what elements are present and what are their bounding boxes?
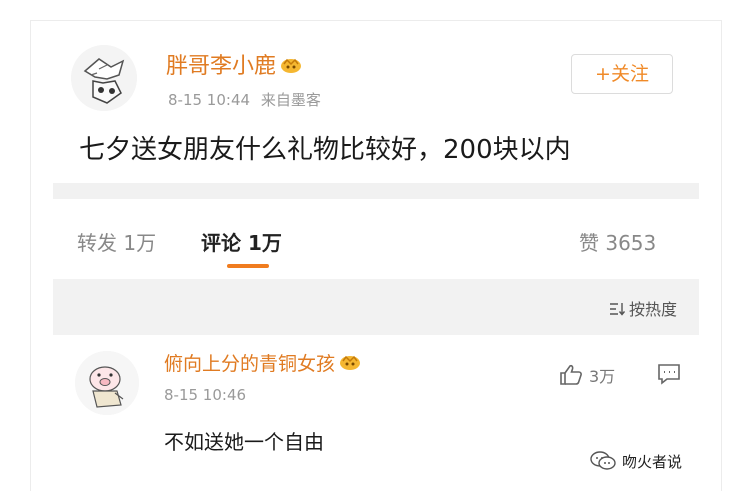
sort-icon — [609, 303, 626, 316]
vip-crown-icon — [281, 58, 302, 73]
comment-like-count: 3万 — [589, 367, 616, 386]
author-name[interactable]: 胖哥李小鹿 — [166, 48, 302, 80]
watermark-text: 吻火者说 — [622, 453, 683, 471]
post-time: 8-15 10:44 — [168, 91, 251, 109]
tab-like[interactable]: 赞 3653 — [579, 227, 656, 256]
commenter-avatar[interactable] — [75, 351, 139, 415]
author-name-text[interactable]: 胖哥李小鹿 — [166, 54, 276, 79]
tab-comment[interactable]: 评论 1万 — [201, 227, 282, 256]
post-meta: 8-15 10:44 来自墨客 — [168, 89, 321, 110]
commenter-name[interactable]: 俯向上分的青铜女孩 — [164, 349, 361, 376]
sort-by-hot-button[interactable]: 按热度 — [609, 296, 677, 320]
vip-crown-icon — [340, 355, 361, 370]
comment-like-button[interactable]: 3万 — [559, 363, 615, 387]
sort-label: 按热度 — [628, 300, 677, 319]
author-avatar[interactable] — [71, 45, 137, 111]
post-content: 七夕送女朋友什么礼物比较好，200块以内 — [79, 135, 571, 165]
post-source[interactable]: 来自墨客 — [261, 91, 321, 109]
follow-button[interactable]: +关注 — [571, 54, 673, 94]
sort-bar: 按热度 — [53, 279, 699, 335]
tab-repost[interactable]: 转发 1万 — [77, 227, 156, 256]
commenter-name-text[interactable]: 俯向上分的青铜女孩 — [164, 353, 335, 375]
post-card: 胖哥李小鹿 8-15 10:44 来自墨客 +关注 七夕送女朋友什么礼物比较好，… — [30, 20, 722, 491]
active-tab-indicator — [227, 264, 269, 268]
comment-icon[interactable] — [657, 363, 681, 385]
comment-time: 8-15 10:46 — [164, 386, 247, 404]
wechat-icon — [590, 451, 616, 470]
wechat-watermark: 吻火者说 — [590, 451, 682, 472]
section-divider — [53, 183, 699, 199]
comment-content: 不如送她一个自由 — [164, 430, 324, 454]
thumbs-up-icon — [560, 364, 582, 385]
